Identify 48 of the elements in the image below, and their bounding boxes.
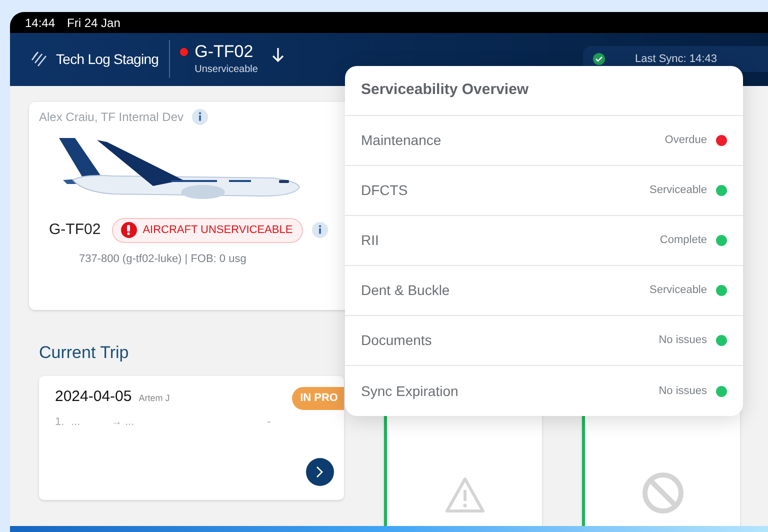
row-status: Serviceable [650,183,707,198]
row-label: Maintenance [361,131,442,150]
status-row[interactable]: Sync Expiration No issues [345,366,743,416]
info-icon[interactable] [192,108,208,124]
row-label: Documents [361,331,432,350]
row-status: Overdue [664,133,707,148]
unserviceable-badge: AIRCRAFT UNSERVICEABLE [112,218,303,242]
row-status: No issues [658,384,707,399]
leg-origin: ... [71,414,82,430]
crew-name: Artem J [138,392,170,405]
warning-icon [444,476,486,514]
owner-text: Alex Craiu, TF Internal Dev [39,108,184,126]
popover-title: Serviceability Overview [361,80,529,100]
trip-date: 2024-04-05 [55,387,132,407]
row-status: No issues [658,333,707,348]
last-sync-text: Last Sync: 14:43 [635,52,717,68]
row-label: Sync Expiration [361,382,458,401]
chevron-right-icon [316,466,324,478]
status-row[interactable]: RII Complete [345,216,743,266]
status-row[interactable]: Maintenance Overdue [345,116,743,166]
app-title: Tech Log Staging [56,50,159,69]
chevron-right-button[interactable] [306,458,334,486]
row-status: Serviceable [650,283,707,298]
aircraft-status: Unserviceable [194,62,258,77]
clock-text: 14:44 [25,14,56,32]
status-badge: IN PRO [292,387,344,410]
exclamation-icon [120,222,137,238]
section-title: Current Trip [39,342,129,364]
trip-card[interactable]: 2024-04-05 Artem J IN PRO 1. ... → ... - [39,376,344,500]
row-status: Complete [660,233,707,248]
status-row[interactable]: Dent & Buckle Serviceable [345,266,743,316]
status-row[interactable]: Documents No issues [345,316,743,366]
aircraft-registration: G-TF02 [49,220,101,240]
aircraft-details: 737-800 (g-tf02-luke) | FOB: 0 usg [79,252,248,266]
leg-time: - [267,414,271,430]
status-row[interactable]: DFCTS Serviceable [345,166,743,216]
leg-number: 1. [55,414,66,430]
row-label: RII [361,231,379,250]
logo-icon [30,50,48,68]
date-text: Fri 24 Jan [67,14,120,32]
leg-arrow: → [111,414,123,430]
row-label: DFCTS [361,181,408,200]
aircraft-registration: G-TF02 [194,42,254,62]
down-arrow-icon[interactable] [272,46,284,63]
row-label: Dent & Buckle [361,281,450,300]
info-icon[interactable] [312,222,328,238]
leg-destination: ... [125,414,136,430]
prohibited-icon [642,472,684,514]
